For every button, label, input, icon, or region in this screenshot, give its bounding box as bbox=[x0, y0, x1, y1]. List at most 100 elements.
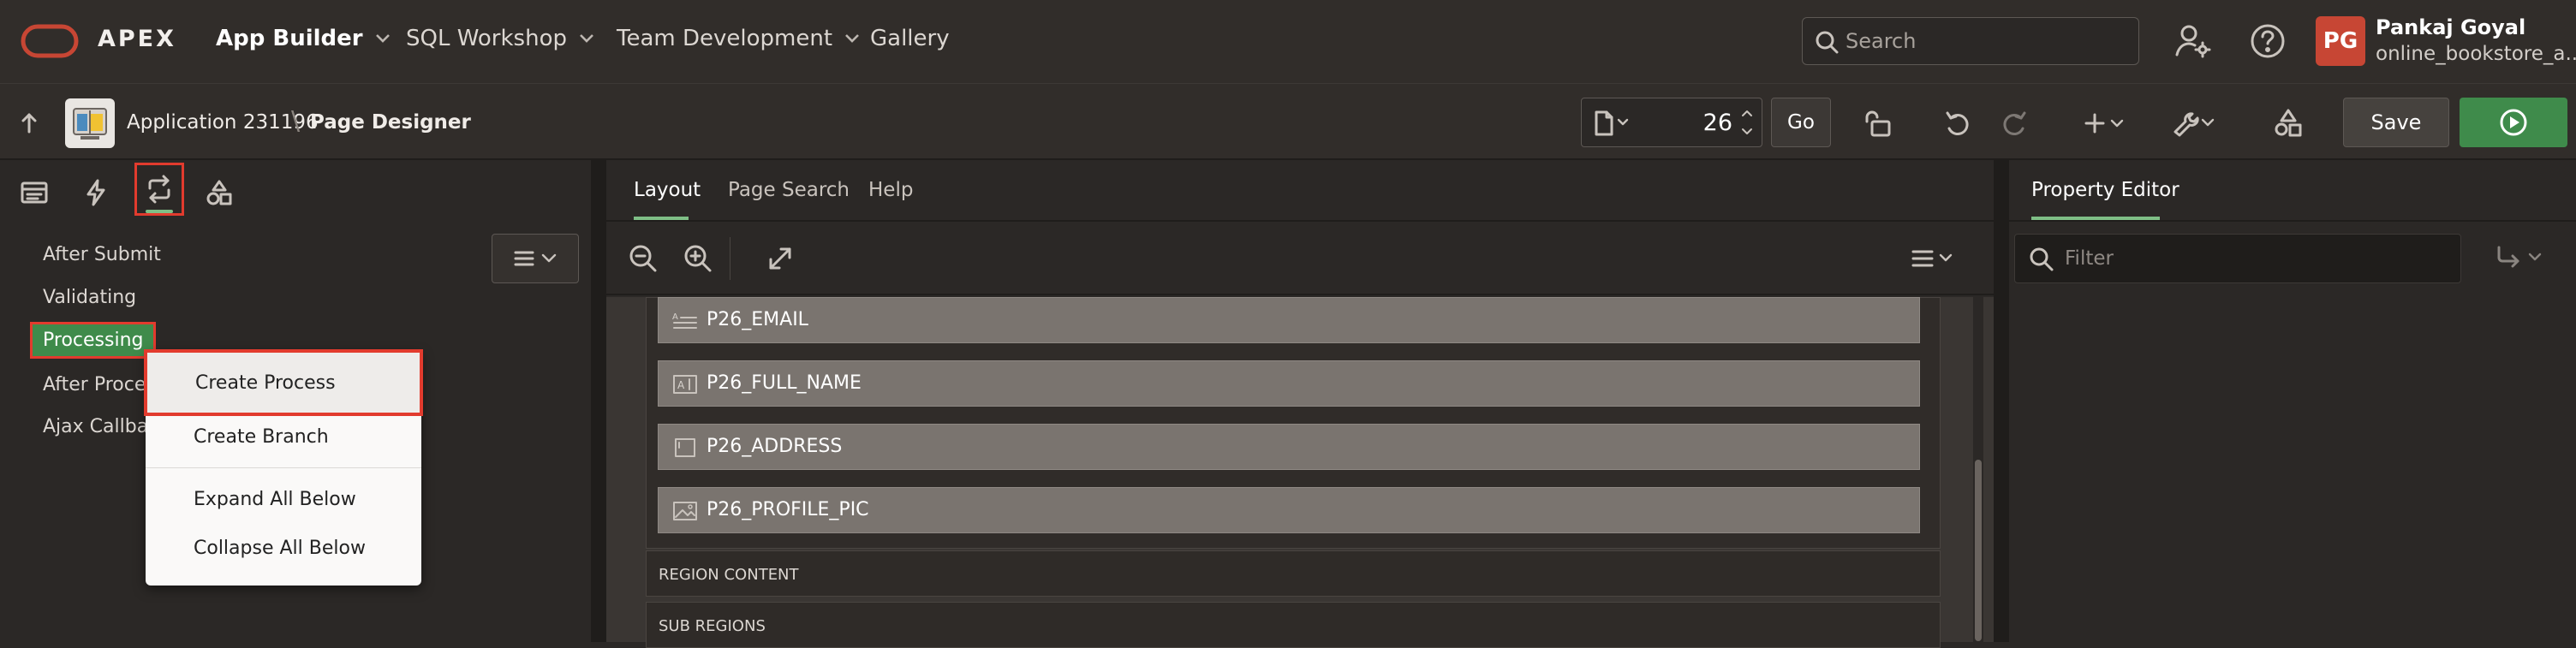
nav-app-builder[interactable]: App Builder bbox=[216, 26, 391, 51]
processing-tab-icon[interactable] bbox=[134, 163, 184, 216]
help-icon[interactable] bbox=[2247, 21, 2288, 62]
region-content-bar[interactable]: REGION CONTENT bbox=[646, 550, 1941, 597]
zoom-in-icon[interactable] bbox=[683, 244, 713, 273]
run-button[interactable] bbox=[2460, 98, 2567, 147]
create-icon[interactable] bbox=[2084, 110, 2129, 137]
redo-icon[interactable] bbox=[1999, 110, 2028, 137]
sub-regions-label: SUB REGIONS bbox=[659, 617, 766, 635]
menu-item-create-process-label: Create Process bbox=[195, 372, 336, 394]
tab-property-editor[interactable]: Property Editor bbox=[2031, 179, 2179, 201]
lock-icon[interactable] bbox=[1863, 110, 1893, 137]
page-item-label: P26_PROFILE_PIC bbox=[707, 499, 869, 520]
tree-node-validating[interactable]: Validating bbox=[43, 287, 136, 308]
search-icon bbox=[2029, 247, 2054, 272]
center-tabs: Layout Page Search Help bbox=[606, 160, 1994, 222]
nav-app-builder-label: App Builder bbox=[216, 26, 363, 51]
search-placeholder: Search bbox=[1846, 29, 1917, 53]
tree-node-processing[interactable]: Processing bbox=[29, 322, 157, 359]
page-item-label: P26_FULL_NAME bbox=[707, 372, 862, 394]
tab-divider bbox=[2009, 220, 2576, 222]
page-item-p26-profile-pic[interactable]: P26_PROFILE_PIC bbox=[658, 487, 1920, 533]
expand-icon[interactable] bbox=[766, 244, 795, 273]
workspace-name[interactable]: online_bookstore_a... bbox=[2376, 43, 2576, 65]
textarea-icon bbox=[672, 437, 698, 458]
text-item-icon: A bbox=[672, 374, 698, 395]
shared-components-icon[interactable] bbox=[2273, 108, 2304, 137]
dynamic-actions-tab-icon[interactable] bbox=[75, 172, 116, 213]
run-icon bbox=[2500, 109, 2527, 136]
svg-text:A: A bbox=[672, 312, 678, 322]
go-to-group-icon[interactable] bbox=[2496, 244, 2550, 271]
menu-item-expand-all-below[interactable]: Expand All Below bbox=[194, 489, 356, 510]
avatar[interactable]: PG bbox=[2316, 16, 2365, 66]
property-editor-pane: Property Editor Filter bbox=[2009, 160, 2576, 642]
nav-gallery-label: Gallery bbox=[870, 26, 950, 51]
go-button[interactable]: Go bbox=[1771, 98, 1831, 147]
image-upload-icon bbox=[672, 501, 698, 521]
page-title: Page Designer bbox=[310, 111, 471, 134]
menu-item-collapse-all-below[interactable]: Collapse All Below bbox=[194, 538, 366, 559]
active-tab-indicator bbox=[146, 210, 173, 213]
context-menu: Create Process Create Branch Expand All … bbox=[144, 349, 423, 586]
top-navigation-bar: APEX App Builder SQL Workshop Team Devel… bbox=[0, 0, 2576, 83]
chevron-down-icon bbox=[579, 33, 594, 44]
active-tab-indicator bbox=[634, 217, 689, 220]
undo-icon[interactable] bbox=[1944, 110, 1973, 137]
nav-team-development[interactable]: Team Development bbox=[617, 26, 860, 51]
utilities-icon[interactable] bbox=[2170, 108, 2220, 137]
breadcrumb-separator: \ bbox=[291, 106, 301, 136]
user-name[interactable]: Pankaj Goyal bbox=[2376, 15, 2525, 39]
canvas-scrollbar-thumb[interactable] bbox=[1975, 460, 1982, 641]
tab-help[interactable]: Help bbox=[868, 179, 913, 201]
chevron-down-icon bbox=[375, 33, 391, 44]
admin-user-icon[interactable] bbox=[2172, 21, 2213, 62]
sub-regions-bar[interactable]: SUB REGIONS bbox=[646, 602, 1941, 648]
page-number-input[interactable]: 26 bbox=[1703, 110, 1732, 136]
right-splitter[interactable] bbox=[1994, 160, 2009, 642]
hamburger-icon bbox=[514, 249, 534, 268]
left-splitter[interactable] bbox=[591, 160, 606, 642]
chevron-down-icon bbox=[844, 33, 860, 44]
page-designer-toolbar: Application 231196 \ Page Designer 26 Go… bbox=[0, 83, 2576, 160]
page-number-selector[interactable]: 26 bbox=[1581, 98, 1762, 147]
application-link[interactable]: Application 231196 bbox=[127, 111, 319, 134]
save-button[interactable]: Save bbox=[2343, 98, 2449, 147]
page-item-p26-full-name[interactable]: A P26_FULL_NAME bbox=[658, 360, 1920, 407]
page-item-label: P26_ADDRESS bbox=[707, 436, 843, 457]
layout-menu-icon[interactable] bbox=[1911, 247, 1959, 270]
menu-item-create-branch[interactable]: Create Branch bbox=[194, 426, 329, 448]
layout-toolbar bbox=[606, 222, 1994, 295]
zoom-out-icon[interactable] bbox=[629, 244, 658, 273]
rendering-tab-icon[interactable] bbox=[14, 172, 55, 213]
page-item-p26-email[interactable]: A P26_EMAIL bbox=[658, 297, 1920, 343]
property-filter-input[interactable]: Filter bbox=[2014, 234, 2461, 283]
menu-divider bbox=[146, 467, 421, 468]
tab-page-search[interactable]: Page Search bbox=[728, 179, 850, 201]
oracle-logo-icon[interactable] bbox=[21, 24, 79, 58]
nav-gallery[interactable]: Gallery bbox=[870, 26, 950, 51]
nav-sql-workshop-label: SQL Workshop bbox=[406, 26, 567, 51]
region-content-label: REGION CONTENT bbox=[659, 566, 799, 584]
page-icon[interactable] bbox=[1594, 110, 1631, 136]
page-item-label: P26_EMAIL bbox=[707, 309, 808, 330]
tab-layout[interactable]: Layout bbox=[634, 179, 701, 201]
tree-menu-button[interactable] bbox=[492, 234, 579, 283]
shared-components-tab-icon[interactable] bbox=[199, 172, 240, 213]
center-pane: Layout Page Search Help A P26_EMAIL A P2… bbox=[606, 160, 1994, 648]
nav-team-development-label: Team Development bbox=[617, 26, 833, 51]
layout-canvas: A P26_EMAIL A P26_FULL_NAME P26_ADDRESS … bbox=[606, 297, 1994, 648]
svg-text:A: A bbox=[677, 379, 685, 391]
menu-item-create-process[interactable]: Create Process bbox=[144, 349, 423, 416]
app-icon[interactable] bbox=[65, 98, 115, 148]
page-item-p26-address[interactable]: P26_ADDRESS bbox=[658, 424, 1920, 470]
chevron-down-icon bbox=[541, 253, 557, 264]
spinner-arrows-icon[interactable] bbox=[1739, 105, 1755, 140]
text-field-icon: A bbox=[672, 311, 698, 331]
nav-sql-workshop[interactable]: SQL Workshop bbox=[406, 26, 594, 51]
tree-node-after-submit[interactable]: After Submit bbox=[43, 244, 161, 265]
apex-brand[interactable]: APEX bbox=[98, 26, 176, 52]
global-search-input[interactable]: Search bbox=[1802, 17, 2139, 65]
up-arrow-icon[interactable] bbox=[17, 111, 41, 135]
filter-placeholder: Filter bbox=[2065, 247, 2114, 270]
left-pane-tabs bbox=[0, 160, 591, 220]
